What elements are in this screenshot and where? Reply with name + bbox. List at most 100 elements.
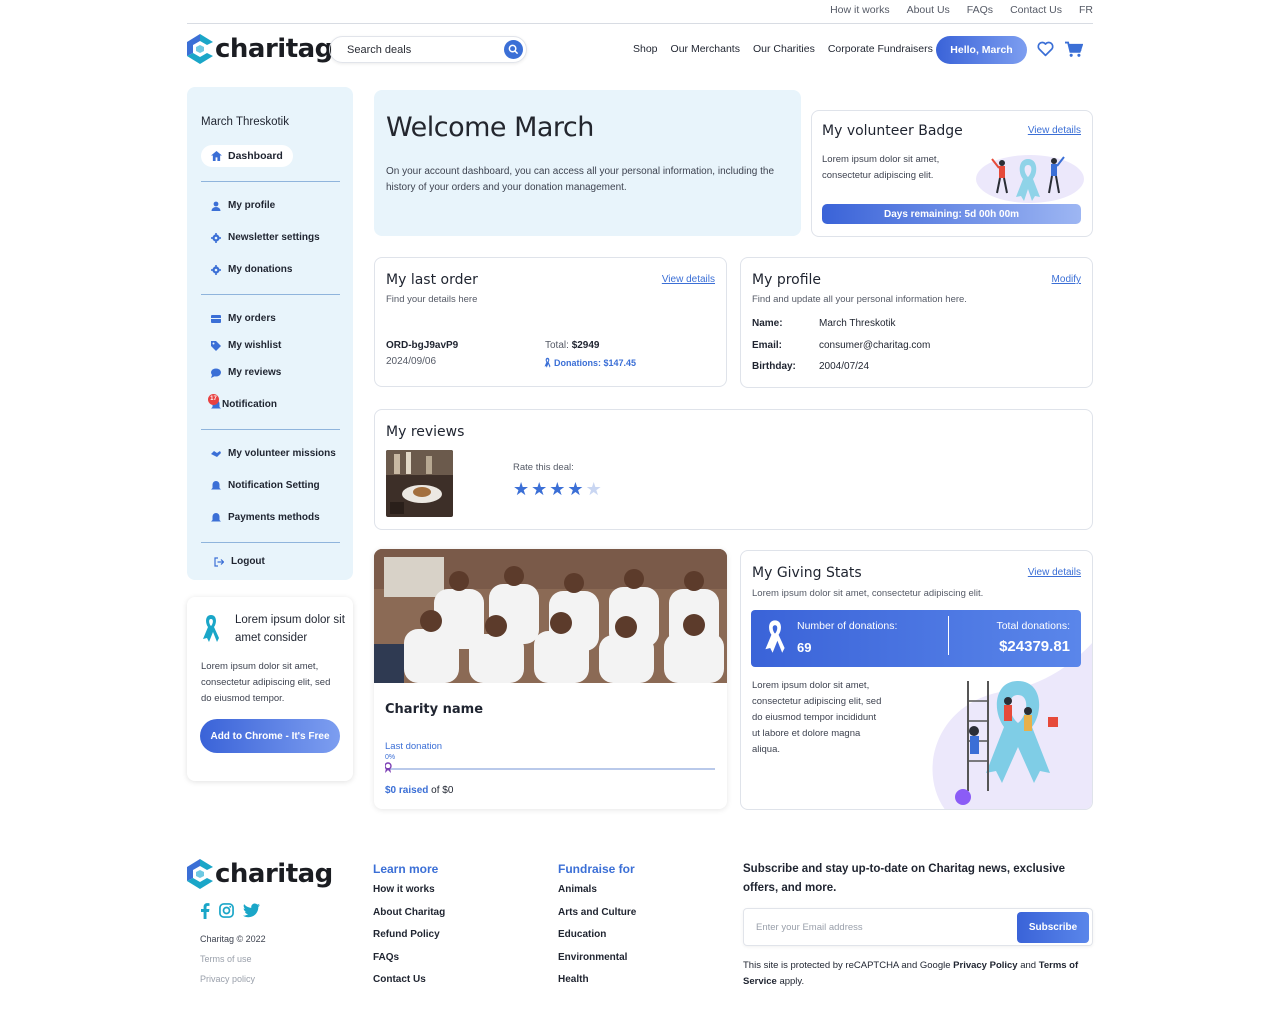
sidebar-item-logout[interactable]: Logout: [214, 556, 265, 567]
promo-text: Lorem ipsum dolor sit amet, consectetur …: [201, 661, 331, 704]
bell-icon: 17: [208, 393, 221, 410]
charity-group-photo[interactable]: [374, 549, 727, 683]
nav-our-charities[interactable]: Our Charities: [753, 43, 815, 55]
footer-link-how-it-works[interactable]: How it works: [373, 884, 445, 907]
toplink-contact-us[interactable]: Contact Us: [1010, 4, 1062, 16]
footer-link-contact-us[interactable]: Contact Us: [373, 974, 445, 997]
add-to-chrome-button[interactable]: Add to Chrome - It's Free: [200, 719, 340, 753]
rating-stars[interactable]: ★ ★ ★ ★ ★: [513, 480, 602, 498]
star-filled-icon[interactable]: ★: [513, 480, 529, 498]
nav-our-merchants[interactable]: Our Merchants: [671, 43, 740, 55]
volunteer-view-details-link[interactable]: View details: [1028, 125, 1081, 136]
sidebar-item-my-orders[interactable]: My orders: [211, 313, 276, 324]
email-field[interactable]: Enter your Email address: [756, 922, 863, 933]
nav-corporate-fundraisers[interactable]: Corporate Fundraisers: [828, 43, 933, 55]
footer-link-education[interactable]: Education: [558, 929, 636, 952]
orders-icon: [211, 314, 221, 323]
sidebar-item-my-donations[interactable]: My donations: [211, 264, 292, 275]
footer-link-environmental[interactable]: Environmental: [558, 952, 636, 975]
profile-modify-link[interactable]: Modify: [1052, 274, 1081, 285]
promo-title: Lorem ipsum dolor sit amet consider: [235, 614, 345, 644]
sidebar-item-my-volunteer-missions[interactable]: My volunteer missions: [211, 448, 336, 459]
sidebar-divider: [201, 542, 340, 543]
sidebar-item-my-reviews[interactable]: My reviews: [211, 367, 281, 378]
sidebar-item-newsletter-settings[interactable]: Newsletter settings: [211, 232, 320, 243]
last-order-subtitle: Find your details here: [386, 294, 478, 305]
wishlist-heart-icon[interactable]: [1037, 41, 1054, 57]
charity-name: Charity name: [385, 702, 484, 717]
star-empty-icon[interactable]: ★: [586, 480, 602, 498]
profile-name-label: Name:: [752, 318, 783, 329]
raised-goal: of $0: [431, 785, 454, 796]
instagram-icon[interactable]: [219, 903, 234, 918]
footer-learn-more: Learn more How it works About Charitag R…: [373, 862, 445, 997]
sidebar-item-label: My donations: [228, 264, 293, 275]
profile-title: My profile: [752, 272, 822, 288]
stats-divider: [948, 616, 949, 655]
sidebar-item-notification[interactable]: 17 Notification: [208, 393, 277, 410]
tag-icon: [211, 340, 221, 351]
review-deal-image[interactable]: [386, 450, 453, 517]
footer-link-refund-policy[interactable]: Refund Policy: [373, 929, 445, 952]
footer-link-about-charitag[interactable]: About Charitag: [373, 907, 445, 930]
sidebar-item-label: Notification Setting: [228, 480, 320, 491]
raised-amount: $0 raised: [385, 785, 429, 796]
charitag-logo-icon: [187, 34, 213, 64]
recaptcha-notice: This site is protected by reCAPTCHA and …: [743, 958, 1093, 990]
total-donations-value: $24379.81: [999, 638, 1070, 655]
ribbon-icon: [203, 615, 219, 642]
cart-icon[interactable]: [1064, 41, 1083, 58]
order-total-label: Total:: [545, 340, 569, 351]
search-input[interactable]: Search deals: [347, 44, 411, 56]
search-button[interactable]: [504, 40, 523, 59]
profile-name-value: March Threskotik: [819, 318, 896, 329]
sidebar-user-name: March Threskotik: [201, 116, 289, 128]
footer-link-faqs[interactable]: FAQs: [373, 952, 445, 975]
sidebar-item-dashboard[interactable]: Dashboard: [201, 145, 293, 167]
footer-link-health[interactable]: Health: [558, 974, 636, 997]
last-donation-label: Last donation: [385, 741, 443, 752]
twitter-icon[interactable]: [243, 903, 260, 918]
footer-logo[interactable]: charitag: [187, 859, 333, 889]
account-button[interactable]: Hello, March: [936, 36, 1027, 64]
welcome-panel: Welcome March On your account dashboard,…: [374, 90, 801, 236]
last-order-card: My last order View details Find your det…: [374, 257, 727, 387]
profile-birthday-value: 2004/07/24: [819, 361, 870, 372]
search-bar[interactable]: Search deals: [329, 36, 527, 63]
sidebar-item-payments-methods[interactable]: Payments methods: [211, 512, 320, 523]
header-logo[interactable]: charitag: [187, 34, 333, 64]
sidebar-item-my-wishlist[interactable]: My wishlist: [211, 340, 281, 351]
total-donations-label: Total donations:: [996, 620, 1070, 632]
charity-card: Charity name Last donation 0% $0 raised …: [374, 549, 727, 809]
giving-stats-summary: Number of donations: 69 Total donations:…: [751, 610, 1081, 667]
volunteer-badge-title: My volunteer Badge: [822, 123, 963, 139]
subscribe-button[interactable]: Subscribe: [1017, 912, 1089, 943]
profile-card: My profile Modify Find and update all yo…: [740, 257, 1093, 388]
star-filled-icon[interactable]: ★: [549, 480, 565, 498]
sidebar-item-label: My profile: [228, 200, 276, 211]
sidebar-item-my-profile[interactable]: My profile: [211, 200, 275, 211]
last-order-view-details-link[interactable]: View details: [662, 274, 715, 285]
recaptcha-privacy-link[interactable]: Privacy Policy: [953, 960, 1017, 971]
toplink-how-it-works[interactable]: How it works: [830, 4, 890, 16]
footer-privacy-link[interactable]: Privacy policy: [200, 974, 255, 984]
sidebar-item-label: Payments methods: [228, 512, 320, 523]
star-filled-icon[interactable]: ★: [567, 480, 583, 498]
giving-view-details-link[interactable]: View details: [1028, 567, 1081, 578]
facebook-icon[interactable]: [200, 903, 210, 919]
nav-shop[interactable]: Shop: [633, 43, 658, 55]
social-links: [200, 903, 260, 919]
toplink-about-us[interactable]: About Us: [907, 4, 950, 16]
user-icon: [211, 201, 221, 211]
giving-stats-card: My Giving Stats View details Lorem ipsum…: [740, 550, 1093, 810]
handshake-icon: [211, 450, 221, 457]
toplink-language-fr[interactable]: FR: [1079, 4, 1093, 16]
footer-link-arts-and-culture[interactable]: Arts and Culture: [558, 907, 636, 930]
star-filled-icon[interactable]: ★: [531, 480, 547, 498]
sidebar-item-notification-setting[interactable]: Notification Setting: [211, 480, 320, 491]
order-total: Total: $2949: [545, 340, 600, 351]
footer-fundraise-for: Fundraise for Animals Arts and Culture E…: [558, 862, 636, 997]
toplink-faqs[interactable]: FAQs: [967, 4, 993, 16]
footer-link-animals[interactable]: Animals: [558, 884, 636, 907]
footer-terms-link[interactable]: Terms of use: [200, 954, 252, 964]
